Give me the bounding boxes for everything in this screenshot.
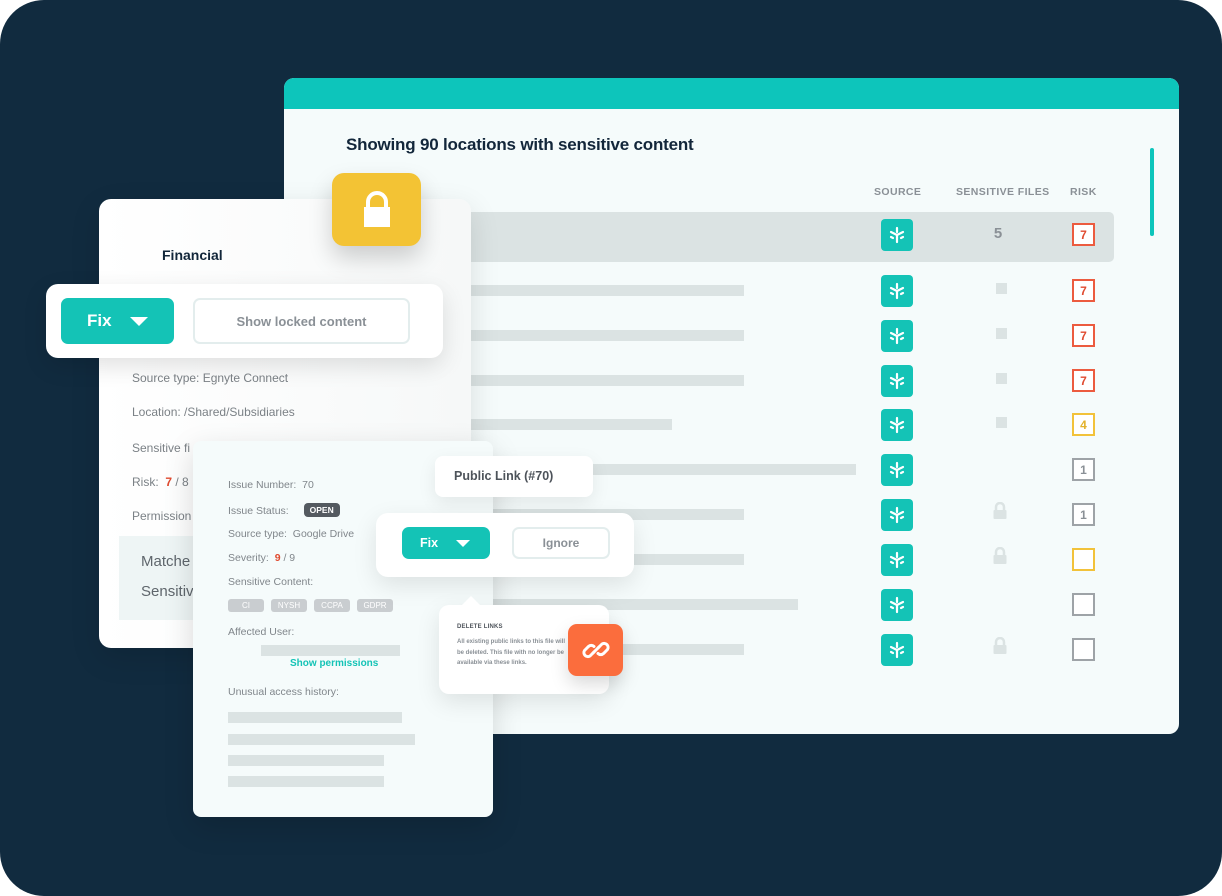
background-panel: Showing 90 locations with sensitive cont…	[0, 0, 1222, 896]
issue-number-value: 70	[302, 479, 314, 491]
egnyte-source-icon	[881, 409, 913, 441]
access-history-placeholder	[228, 776, 384, 787]
column-header-risk[interactable]: RISK	[1070, 186, 1097, 198]
public-link-title: Public Link (#70)	[454, 469, 554, 483]
risk-line: Risk: 7 / 8	[132, 475, 189, 489]
locked-icon	[992, 546, 1008, 565]
sensitive-files-line: Sensitive fi	[132, 441, 191, 455]
page-title: Showing 90 locations with sensitive cont…	[346, 135, 694, 154]
issue-number-label: Issue Number:	[228, 479, 297, 491]
risk-badge: 1	[1072, 458, 1095, 481]
egnyte-source-icon	[881, 499, 913, 531]
window-header-bar	[284, 78, 1179, 109]
affected-user-label: Affected User:	[228, 626, 295, 638]
severity-label: Severity:	[228, 552, 269, 564]
ignore-button[interactable]: Ignore	[512, 527, 610, 559]
unusual-access-label: Unusual access history:	[228, 686, 339, 698]
risk-badge: 7	[1072, 279, 1095, 302]
tooltip-arrow	[461, 596, 481, 606]
sensitive-files-placeholder	[996, 283, 1007, 294]
access-history-placeholder	[228, 712, 402, 723]
tag-gdpr: GDPR	[357, 599, 393, 612]
access-history-placeholder	[228, 734, 415, 745]
risk-badge: 7	[1072, 223, 1095, 246]
risk-badge: 1	[1072, 503, 1095, 526]
fix-label: Fix	[420, 536, 439, 550]
egnyte-source-icon	[881, 275, 913, 307]
column-header-source[interactable]: SOURCE	[874, 186, 921, 198]
egnyte-source-icon	[881, 544, 913, 576]
show-locked-content-button[interactable]: Show locked content	[193, 298, 410, 344]
egnyte-source-icon	[881, 365, 913, 397]
risk-badge: 7	[1072, 369, 1095, 392]
tooltip-title: DELETE LINKS	[457, 624, 503, 630]
risk-label: Risk:	[132, 475, 159, 489]
sensitive-label: Sensitiv	[141, 583, 194, 600]
lock-icon	[332, 173, 421, 246]
sensitive-content-label: Sensitive Content:	[228, 576, 314, 588]
public-link-fix-button[interactable]: Fix	[402, 527, 490, 559]
sensitive-files-count: 5	[993, 225, 1003, 242]
location-line: Location: /Shared/Subsidiaries	[132, 405, 295, 419]
issue-status-line: Issue Status: OPEN	[228, 503, 340, 517]
access-history-placeholder	[228, 755, 384, 766]
location-title: Financial	[162, 247, 223, 263]
affected-user-placeholder	[261, 645, 400, 656]
caret-down-icon	[456, 539, 471, 547]
tag-ci: CI	[228, 599, 264, 612]
risk-max: / 8	[175, 475, 189, 489]
risk-badge: 7	[1072, 324, 1095, 347]
locked-icon	[992, 636, 1008, 655]
fix-label: Fix	[87, 311, 112, 330]
location-name-placeholder	[424, 375, 744, 386]
status-badge: OPEN	[303, 503, 340, 517]
location-name-placeholder	[424, 330, 744, 341]
egnyte-source-icon	[881, 589, 913, 621]
column-header-sensitive-files[interactable]: SENSITIVE FILES	[956, 186, 1050, 198]
source-type-label: Source type:	[228, 528, 287, 540]
public-link-action-bar: Fix Ignore	[376, 513, 634, 577]
egnyte-source-icon	[881, 219, 913, 251]
egnyte-source-icon	[881, 454, 913, 486]
issue-number-line: Issue Number: 70	[228, 479, 314, 491]
risk-badge	[1072, 548, 1095, 571]
egnyte-source-icon	[881, 320, 913, 352]
risk-value: 7	[165, 475, 173, 489]
link-icon	[568, 624, 623, 676]
source-type-line: Source type: Google Drive	[228, 528, 354, 540]
location-action-bar: Fix Show locked content	[46, 284, 443, 358]
severity-line: Severity: 9 / 9	[228, 552, 295, 564]
show-permissions-link[interactable]: Show permissions	[290, 658, 378, 669]
permissions-line: Permission	[132, 509, 192, 523]
tooltip-body: All existing public links to this file w…	[457, 639, 566, 666]
sensitive-files-placeholder	[996, 328, 1007, 339]
severity-value: 9	[274, 552, 281, 564]
locked-icon	[992, 501, 1008, 520]
severity-max: / 9	[283, 552, 296, 564]
location-name-placeholder	[424, 285, 744, 296]
matches-label: Matche	[141, 553, 191, 570]
risk-badge	[1072, 593, 1095, 616]
risk-badge	[1072, 638, 1095, 661]
source-type-line: Source type: Egnyte Connect	[132, 371, 289, 385]
caret-down-icon	[129, 316, 148, 326]
issue-status-label: Issue Status:	[228, 505, 289, 517]
source-type-value: Google Drive	[292, 528, 355, 540]
sensitive-files-placeholder	[996, 417, 1007, 428]
sensitive-files-placeholder	[996, 373, 1007, 384]
egnyte-source-icon	[881, 634, 913, 666]
public-link-header: Public Link (#70)	[435, 456, 593, 497]
risk-badge: 4	[1072, 413, 1095, 436]
fix-dropdown-button[interactable]: Fix	[61, 298, 174, 344]
tag-nysh: NYSH	[271, 599, 307, 612]
tag-ccpa: CCPA	[314, 599, 350, 612]
